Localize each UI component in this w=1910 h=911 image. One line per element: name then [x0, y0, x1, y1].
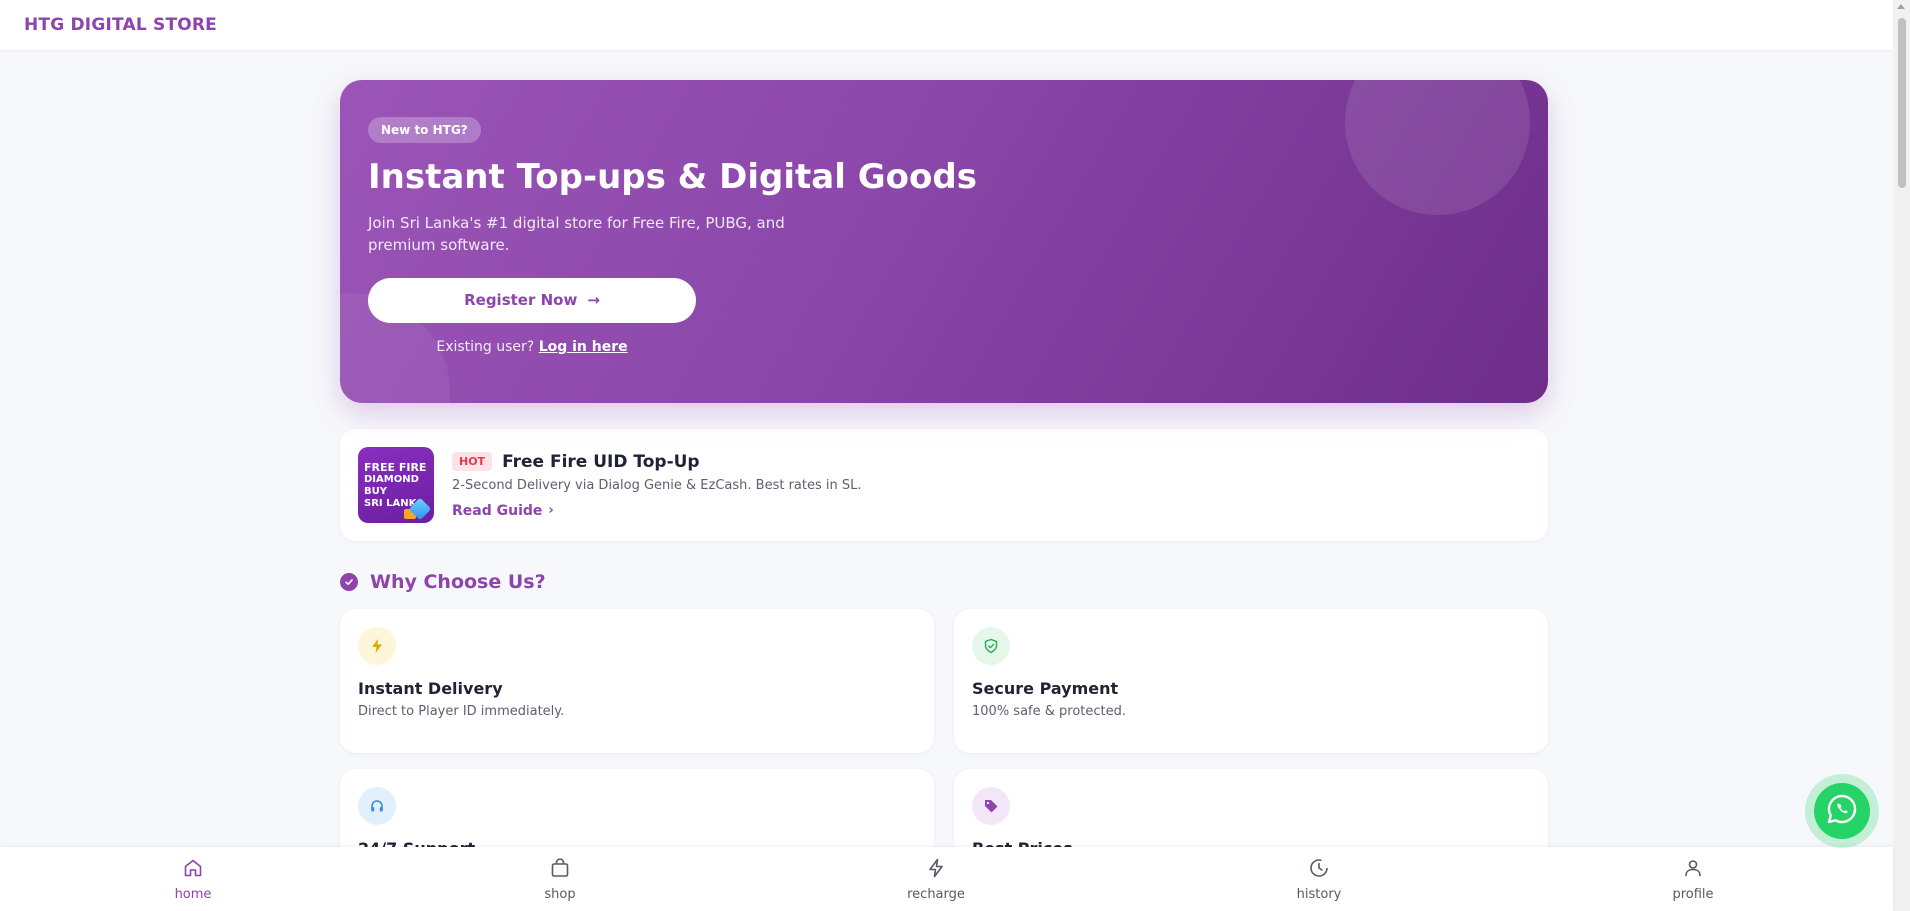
shield-check-icon — [972, 627, 1010, 665]
headset-icon — [358, 787, 396, 825]
read-guide-label: Read Guide — [452, 502, 543, 519]
register-button-label: Register Now — [464, 291, 578, 310]
feature-description: Direct to Player ID immediately. — [358, 704, 565, 719]
main-content: New to HTG? Instant Top-ups & Digital Go… — [340, 80, 1548, 911]
whatsapp-button-core — [1814, 783, 1870, 839]
user-icon — [1682, 857, 1704, 883]
existing-user-text: Existing user? — [436, 338, 535, 355]
nav-item-recharge[interactable]: recharge — [891, 857, 981, 902]
lightning-icon — [358, 627, 396, 665]
nav-item-profile[interactable]: profile — [1648, 857, 1738, 902]
promo-title: Free Fire UID Top-Up — [502, 451, 700, 472]
read-guide-link[interactable]: Read Guide › — [452, 503, 554, 519]
page-scrollbar[interactable] — [1893, 0, 1910, 911]
section-title: Why Choose Us? — [370, 571, 546, 593]
promo-heading: HOT Free Fire UID Top-Up — [452, 452, 862, 472]
nav-label: shop — [544, 887, 576, 902]
badge-check-icon — [340, 573, 358, 591]
promo-body: HOT Free Fire UID Top-Up 2-Second Delive… — [452, 452, 862, 519]
chevron-right-icon: › — [548, 503, 554, 518]
feature-title: Secure Payment — [972, 679, 1119, 698]
nav-item-history[interactable]: history — [1274, 857, 1364, 902]
hot-badge: HOT — [452, 452, 493, 471]
top-header: HTG DIGITAL STORE — [0, 0, 1893, 50]
thumb-text: DIAMOND BUY — [364, 473, 419, 497]
nav-item-shop[interactable]: shop — [515, 857, 605, 902]
new-user-badge: New to HTG? — [368, 117, 481, 143]
feature-card-instant-delivery: Instant Delivery Direct to Player ID imm… — [340, 609, 934, 753]
hero-title: Instant Top-ups & Digital Goods — [368, 157, 977, 197]
arrow-right-icon: → — [587, 291, 600, 310]
feature-card-secure-payment: Secure Payment 100% safe & protected. — [954, 609, 1548, 753]
hero-banner: New to HTG? Instant Top-ups & Digital Go… — [340, 80, 1548, 403]
why-choose-us-heading: Why Choose Us? — [340, 571, 1548, 593]
nav-item-home[interactable]: home — [148, 857, 238, 902]
login-link[interactable]: Log in here — [539, 339, 628, 355]
bolt-icon — [925, 857, 947, 883]
whatsapp-icon — [1825, 792, 1859, 830]
brand-logo[interactable]: HTG DIGITAL STORE — [24, 15, 217, 35]
nav-label: home — [174, 887, 212, 902]
promo-description: 2-Second Delivery via Dialog Genie & EzC… — [452, 477, 862, 493]
bag-icon — [549, 857, 571, 883]
feature-description: 100% safe & protected. — [972, 704, 1127, 719]
thumb-text: FREE FIRE — [364, 460, 427, 474]
nav-label: history — [1296, 887, 1342, 902]
scroll-up-icon[interactable] — [1897, 4, 1905, 9]
hero-subtitle: Join Sri Lanka's #1 digital store for Fr… — [368, 213, 785, 254]
free-fire-thumbnail: FREE FIRE DIAMOND BUY SRI LANKA — [358, 447, 434, 523]
nav-label: recharge — [907, 887, 965, 902]
history-icon — [1308, 857, 1330, 883]
home-icon — [182, 857, 204, 883]
feature-title: Instant Delivery — [358, 679, 503, 698]
tag-icon — [972, 787, 1010, 825]
whatsapp-chat-button[interactable] — [1805, 774, 1879, 848]
nav-label: profile — [1672, 887, 1714, 902]
register-now-button[interactable]: Register Now → — [368, 277, 696, 323]
scrollbar-thumb[interactable] — [1898, 18, 1906, 188]
promo-card-free-fire[interactable]: FREE FIRE DIAMOND BUY SRI LANKA HOT Free… — [340, 429, 1548, 541]
bottom-navigation: home shop recharge history profile — [0, 847, 1893, 911]
